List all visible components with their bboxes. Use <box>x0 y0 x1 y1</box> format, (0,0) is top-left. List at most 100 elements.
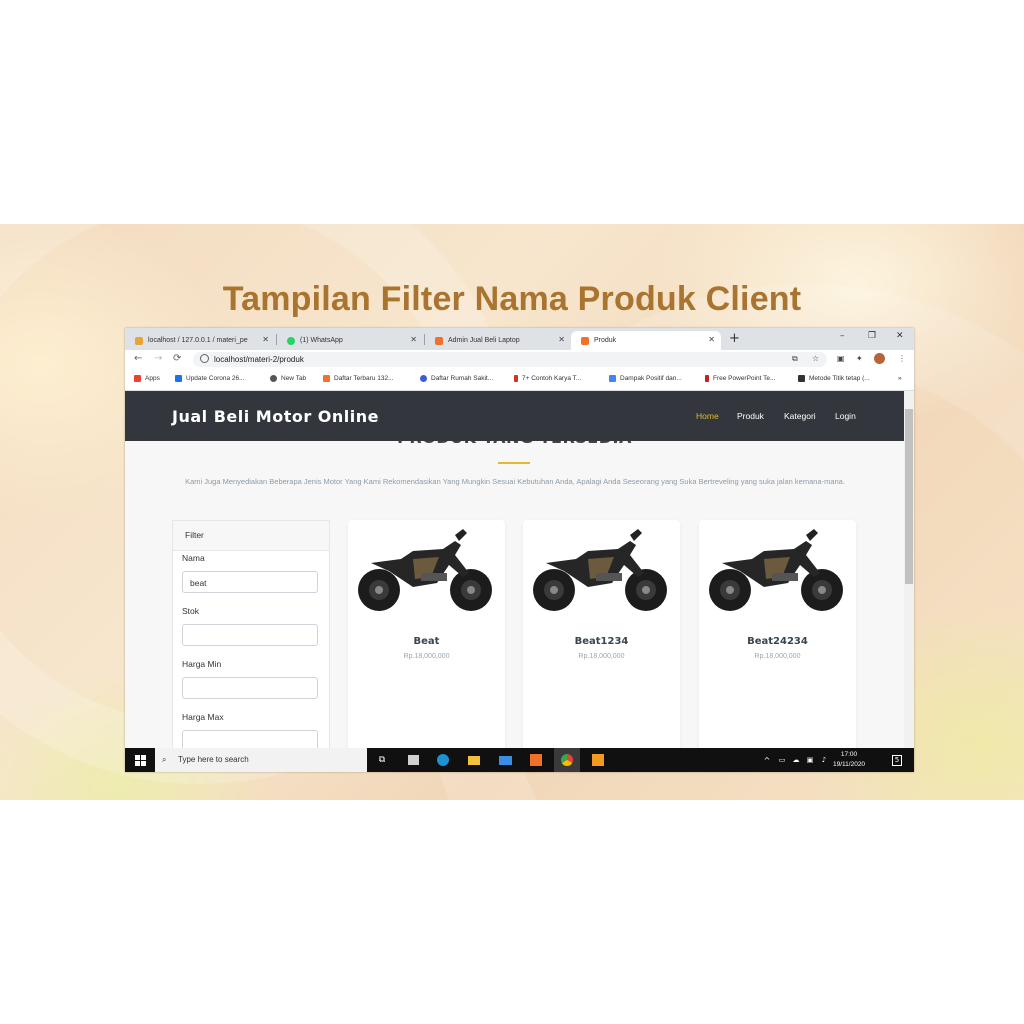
battery-icon[interactable]: ▭ <box>776 748 788 772</box>
minimize-button[interactable]: – <box>840 331 845 341</box>
bookmark-item[interactable]: Daftar Terbaru 132... <box>323 375 394 382</box>
close-tab-icon[interactable]: ✕ <box>410 335 417 344</box>
back-icon[interactable]: ← <box>134 353 142 364</box>
bookmarks-bar: Apps Update Corona 26... New Tab Daftar … <box>125 370 914 391</box>
menu-icon[interactable]: ⋮ <box>898 354 906 363</box>
product-name[interactable]: Beat1234 <box>523 636 680 647</box>
url-bar[interactable]: localhost/materi-2/produk <box>193 352 827 367</box>
max-price-label: Harga Max <box>182 712 224 722</box>
mail-icon[interactable] <box>494 748 516 772</box>
whatsapp-icon <box>287 336 295 345</box>
maximize-button[interactable]: ❐ <box>868 331 876 341</box>
page-scrollbar[interactable] <box>904 391 914 748</box>
taskbar-search-box[interactable]: ⌕ Type here to search <box>155 748 367 772</box>
reload-icon[interactable]: ⟳ <box>173 353 181 364</box>
product-price: Rp.18,000,000 <box>578 653 625 660</box>
product-card[interactable]: Beat24234 Rp.18,000,000 <box>699 520 856 748</box>
store-icon[interactable] <box>402 748 424 772</box>
windows-start-icon[interactable] <box>125 748 155 772</box>
stock-input[interactable] <box>182 624 318 646</box>
slide-title: Tampilan Filter Nama Produk Client <box>222 280 802 318</box>
title-underline <box>498 462 530 464</box>
bookmark-item[interactable]: Metode Titik tetap (... <box>798 375 870 382</box>
product-name[interactable]: Beat <box>348 636 505 647</box>
bookmark-item[interactable]: Dampak Positif dan... <box>609 375 682 382</box>
browser-tab-produk[interactable]: Produk ✕ <box>571 331 721 350</box>
volume-icon[interactable]: ♪ <box>818 748 830 772</box>
info-icon <box>200 354 209 363</box>
windows-taskbar: ⌕ Type here to search ⧉ ^ ▭ ☁ ▣ ♪ 17:00 … <box>125 748 914 772</box>
search-icon: ⌕ <box>162 755 167 764</box>
profile-avatar[interactable] <box>874 353 885 364</box>
bookmarks-more[interactable]: » <box>898 375 902 382</box>
browser-tab-whatsapp[interactable]: (1) WhatsApp ✕ <box>277 331 423 350</box>
page-icon <box>581 336 589 345</box>
browser-tab-phpmyadmin[interactable]: localhost / 127.0.0.1 / materi_pe ✕ <box>125 331 275 350</box>
notification-count: 5 <box>891 754 903 766</box>
cloud-icon[interactable]: ☁ <box>790 748 802 772</box>
product-name[interactable]: Beat24234 <box>699 636 856 647</box>
bookmark-item[interactable]: New Tab <box>270 375 306 382</box>
close-tab-icon[interactable]: ✕ <box>558 335 565 344</box>
url-text: localhost/materi-2/produk <box>214 355 304 364</box>
filter-header: Filter <box>173 521 329 551</box>
name-input[interactable]: beat <box>182 571 318 593</box>
phpmyadmin-icon <box>135 336 143 345</box>
new-tab-button[interactable]: + <box>729 331 740 346</box>
forward-icon[interactable]: → <box>154 353 162 364</box>
translate-icon[interactable]: ⧉ <box>792 354 798 364</box>
close-tab-icon[interactable]: ✕ <box>262 335 269 344</box>
nav-home[interactable]: Home <box>696 411 719 421</box>
motorcycle-image <box>533 529 667 611</box>
clock-date: 19/11/2020 <box>833 761 866 768</box>
tab-label: Admin Jual Beli Laptop <box>448 337 520 344</box>
xampp-icon[interactable] <box>525 748 547 772</box>
file-explorer-icon[interactable] <box>463 748 485 772</box>
bookmark-item[interactable]: Update Corona 26... <box>175 375 245 382</box>
browser-tab-admin[interactable]: Admin Jual Beli Laptop ✕ <box>425 331 571 350</box>
tab-label: localhost / 127.0.0.1 / materi_pe <box>148 337 248 344</box>
tray-expand-icon[interactable]: ^ <box>761 748 773 772</box>
close-tab-icon[interactable]: ✕ <box>708 335 715 344</box>
bookmark-apps[interactable]: Apps <box>134 375 160 382</box>
bookmark-item[interactable]: 7+ Contoh Karya T... <box>514 375 581 382</box>
page-icon <box>435 336 443 345</box>
nav-produk[interactable]: Produk <box>737 411 764 421</box>
bookmark-item[interactable]: Daftar Rumah Sakit... <box>420 375 493 382</box>
star-icon[interactable]: ☆ <box>812 354 819 363</box>
product-card[interactable]: Beat Rp.18,000,000 <box>348 520 505 748</box>
chrome-icon[interactable] <box>554 748 580 772</box>
site-navbar: Jual Beli Motor Online Home Produk Kateg… <box>125 391 904 441</box>
scrollbar-thumb[interactable] <box>905 409 913 584</box>
nav-kategori[interactable]: Kategori <box>784 411 816 421</box>
close-window-button[interactable]: ✕ <box>896 331 904 341</box>
bookmark-item[interactable]: Free PowerPoint Te... <box>705 375 775 382</box>
network-icon[interactable]: ▣ <box>804 748 816 772</box>
clock-time: 17:00 <box>840 751 858 758</box>
task-view-icon[interactable]: ⧉ <box>371 748 393 772</box>
edge-icon[interactable] <box>432 748 454 772</box>
filter-panel: Filter Nama beat Stok Harga Min Harga Ma… <box>172 520 330 748</box>
browser-tab-bar: localhost / 127.0.0.1 / materi_pe ✕ (1) … <box>125 328 914 350</box>
name-label: Nama <box>182 553 205 563</box>
notification-icon[interactable]: 5 <box>887 748 907 772</box>
product-price: Rp.18,000,000 <box>754 653 801 660</box>
taskbar-clock[interactable]: 17:00 19/11/2020 <box>833 750 865 770</box>
tab-label: (1) WhatsApp <box>300 337 343 344</box>
motorcycle-image <box>358 529 492 611</box>
site-brand[interactable]: Jual Beli Motor Online <box>172 407 379 426</box>
product-price: Rp.18,000,000 <box>403 653 450 660</box>
search-placeholder: Type here to search <box>178 755 249 764</box>
extension-icon[interactable]: ▣ <box>837 354 845 363</box>
browser-screenshot: localhost / 127.0.0.1 / materi_pe ✕ (1) … <box>125 328 914 772</box>
nav-login[interactable]: Login <box>835 411 856 421</box>
motorcycle-image <box>709 529 843 611</box>
min-price-input[interactable] <box>182 677 318 699</box>
max-price-input[interactable] <box>182 730 318 748</box>
product-card[interactable]: Beat1234 Rp.18,000,000 <box>523 520 680 748</box>
tab-label: Produk <box>594 337 617 344</box>
page-description: Kami Juga Menyediakan Beberapa Jenis Mot… <box>185 477 845 486</box>
min-price-label: Harga Min <box>182 659 222 669</box>
puzzle-icon[interactable]: ✦ <box>856 354 863 363</box>
sublime-icon[interactable] <box>587 748 609 772</box>
